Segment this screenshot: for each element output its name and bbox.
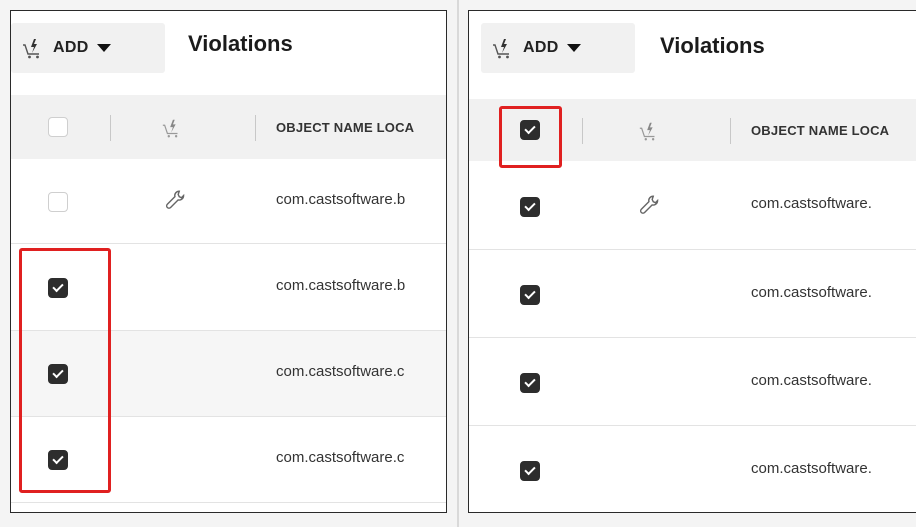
add-label: ADD — [53, 39, 89, 56]
cart-bolt-icon — [638, 120, 660, 147]
object-name-cell: com.castsoftware. — [751, 195, 872, 212]
object-name-cell: com.castsoftware. — [751, 372, 872, 389]
object-name-cell: com.castsoftware.c — [276, 363, 405, 380]
column-separator — [110, 115, 111, 141]
right-screenshot-panel: ADD Violations OBJECT NAME LOCA com.cast… — [468, 10, 916, 513]
table-row[interactable]: com.castsoftware. — [469, 426, 916, 512]
column-header-object-name[interactable]: OBJECT NAME LOCA — [276, 120, 414, 135]
select-all-checkbox[interactable] — [48, 117, 68, 137]
add-label: ADD — [523, 39, 559, 56]
row-checkbox[interactable] — [48, 192, 68, 212]
page-title: Violations — [660, 33, 765, 58]
table-header: OBJECT NAME LOCA — [11, 95, 446, 159]
page-title: Violations — [188, 31, 293, 56]
object-name-cell: com.castsoftware.c — [276, 449, 405, 466]
left-screenshot-panel: ADD Violations OBJECT NAME LOCA com.cast… — [10, 10, 447, 513]
cart-bolt-icon — [491, 36, 515, 60]
row-checkbox[interactable] — [520, 285, 540, 305]
object-name-cell: com.castsoftware. — [751, 284, 872, 301]
table-row[interactable]: com.castsoftware. — [469, 250, 916, 338]
highlight-box — [19, 248, 111, 493]
table-row[interactable]: com.castsoftware.b — [11, 159, 446, 244]
table-row[interactable]: com.castsoftware. — [469, 338, 916, 426]
wrench-icon — [163, 188, 189, 219]
toolbar: ADD Violations — [469, 11, 916, 95]
object-name-cell: com.castsoftware. — [751, 460, 872, 477]
row-checkbox[interactable] — [520, 373, 540, 393]
add-button[interactable]: ADD — [11, 23, 165, 73]
toolbar: ADD Violations — [11, 11, 446, 95]
column-header-object-name[interactable]: OBJECT NAME LOCA — [751, 123, 889, 138]
row-checkbox[interactable] — [520, 461, 540, 481]
object-name-cell: com.castsoftware.b — [276, 191, 406, 208]
wrench-icon — [637, 193, 663, 224]
table-row[interactable]: com.castsoftware. — [469, 161, 916, 250]
row-checkbox[interactable] — [520, 197, 540, 217]
cart-bolt-icon — [161, 117, 183, 144]
panel-divider — [457, 0, 459, 527]
add-button[interactable]: ADD — [481, 23, 635, 73]
column-separator — [730, 118, 731, 144]
highlight-box — [499, 106, 562, 168]
chevron-down-icon — [566, 44, 581, 52]
column-separator — [255, 115, 256, 141]
column-separator — [582, 118, 583, 144]
chevron-down-icon — [96, 44, 111, 52]
cart-bolt-icon — [21, 36, 45, 60]
object-name-cell: com.castsoftware.b — [276, 277, 406, 294]
